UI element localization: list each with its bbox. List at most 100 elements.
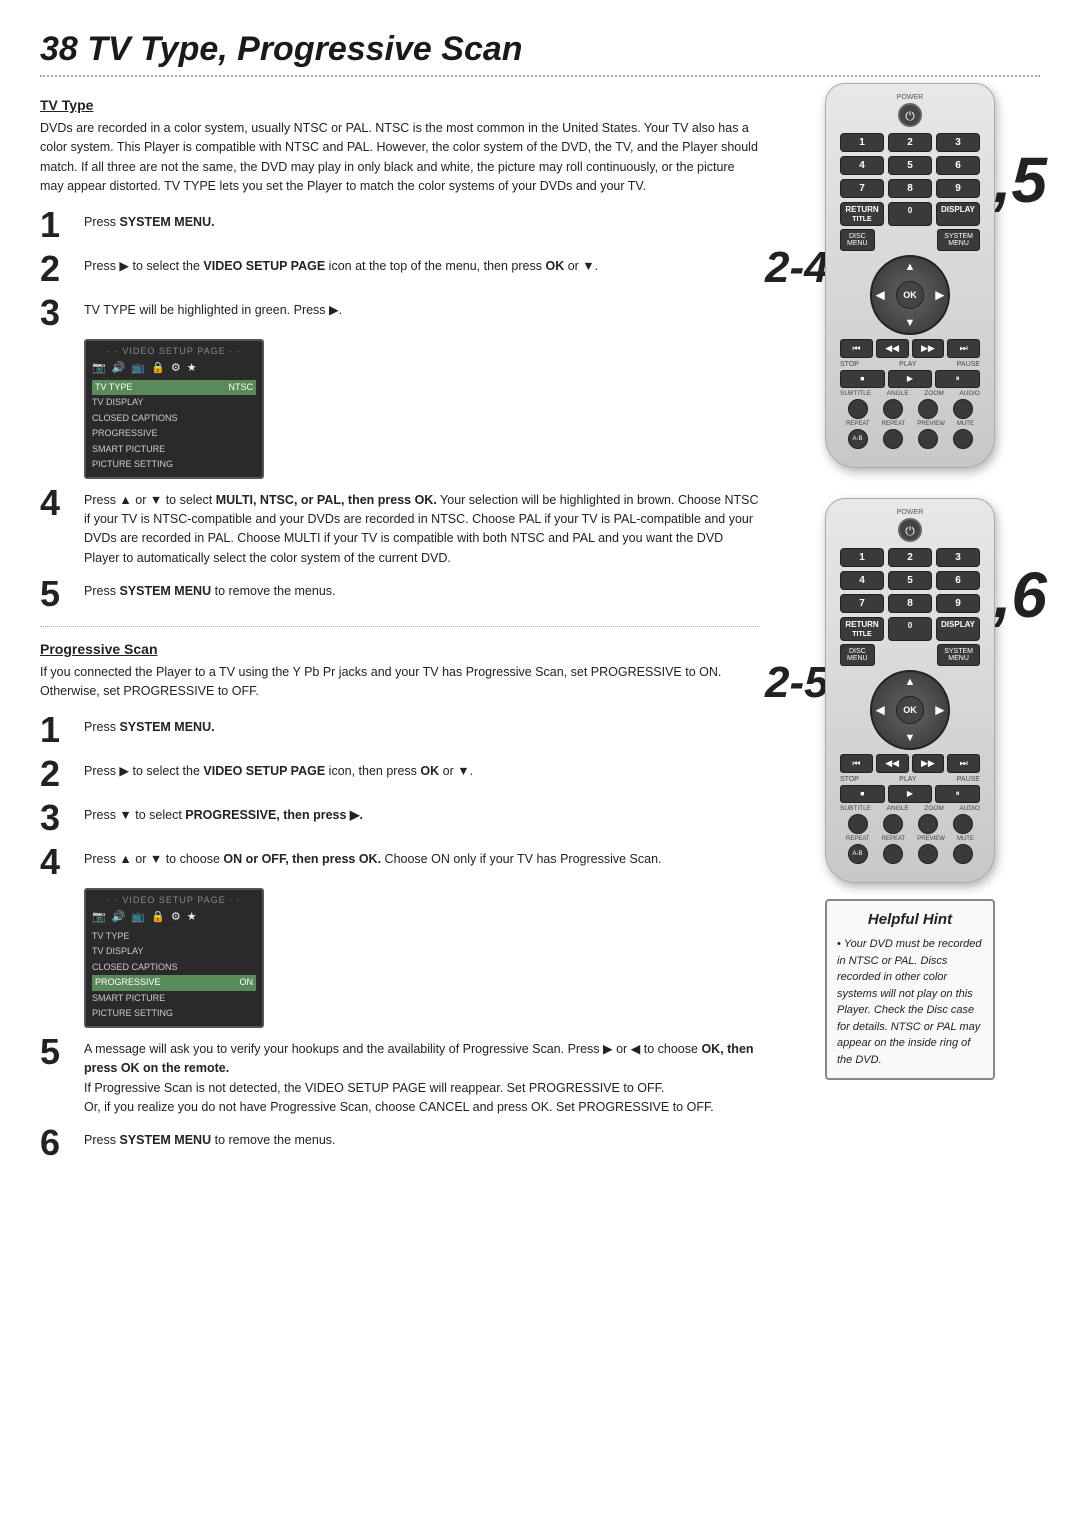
rew-btn-1[interactable]: ◀◀ [876,339,909,358]
stop-btn-2[interactable]: ⏹ [840,785,885,803]
stop-btn-1[interactable]: ⏹ [840,370,885,388]
disc-menu-btn-1[interactable]: DISCMENU [840,229,875,251]
system-menu-btn-2[interactable]: SYSTEMMENU [937,644,980,666]
subtitle-row-label-1: SUBTITLEANGLEZOOMAUDIO [840,390,980,397]
preview-btn-1[interactable] [918,429,938,449]
nav-ok-1[interactable]: OK [896,281,924,309]
repeat1-btn-2[interactable]: A-B [848,844,868,864]
nav-down-2[interactable]: ▼ [905,732,916,744]
btn-9[interactable]: 9 [936,179,980,198]
nav-left-1[interactable]: ◀ [876,289,884,302]
btn-5-2[interactable]: 5 [888,571,932,590]
step-text-1-2: Press ▶ to select the VIDEO SETUP PAGE i… [84,251,598,276]
rew-btn-2[interactable]: ◀◀ [876,754,909,773]
return-btn-1[interactable]: RETURNTITLE [840,202,884,226]
btn-0-2[interactable]: 0 [888,617,932,641]
subtitle-row-label-2: SUBTITLEANGLEZOOMAUDIO [840,805,980,812]
transport-row-2: ⏮ ◀◀ ▶▶ ⏭ [840,754,980,773]
next-btn-2[interactable]: ⏭ [947,754,980,773]
angle-btn-2[interactable] [883,814,903,834]
repeat1-btn-1[interactable]: A-B [848,429,868,449]
repeat2-btn-2[interactable] [883,844,903,864]
disc-menu-btn-2[interactable]: DISCMENU [840,644,875,666]
zoom-btn-1[interactable] [918,399,938,419]
angle-btn-1[interactable] [883,399,903,419]
prev-btn-2[interactable]: ⏮ [840,754,873,773]
nav-right-2[interactable]: ▶ [936,704,944,717]
step-text-1-1: Press SYSTEM MENU. [84,207,215,232]
btn-6[interactable]: 6 [936,156,980,175]
step-text-2-1: Press SYSTEM MENU. [84,712,215,737]
circle-row-2 [840,814,980,834]
prev-btn-1[interactable]: ⏮ [840,339,873,358]
zoom-btn-2[interactable] [918,814,938,834]
audio-btn-2[interactable] [953,814,973,834]
step-1-1: 1 Press SYSTEM MENU. [40,207,760,243]
disc-sys-row-1: DISCMENU SYSTEMMENU [840,229,980,251]
btn-9-2[interactable]: 9 [936,594,980,613]
sp-labels-2: STOPPLAYPAUSE [840,776,980,783]
play-btn-2[interactable]: ▶ [888,785,933,803]
btn-0-1[interactable]: 0 [888,202,932,226]
btn-5[interactable]: 5 [888,156,932,175]
display-btn-1[interactable]: DISPLAY [936,202,980,226]
pause-btn-1[interactable]: ⏸ [935,370,980,388]
btn-3[interactable]: 3 [936,133,980,152]
repeat-labels-2: REPEATREPEATPREVIEWMUTE [840,836,980,842]
step-text-2-5: A message will ask you to verify your ho… [84,1034,760,1118]
next-btn-1[interactable]: ⏭ [947,339,980,358]
nav-up-1[interactable]: ▲ [905,261,916,273]
nav-up-2[interactable]: ▲ [905,676,916,688]
btn-2-2[interactable]: 2 [888,548,932,567]
mute-btn-1[interactable] [953,429,973,449]
btn-6-2[interactable]: 6 [936,571,980,590]
remote-2: POWER ⏻ 1 2 3 4 5 6 7 8 9 [825,498,995,883]
remote-top-1: ⏻ [840,103,980,127]
btn-7-2[interactable]: 7 [840,594,884,613]
step-2-3: 3 Press ▼ to select PROGRESSIVE, then pr… [40,800,760,836]
btn-4-2[interactable]: 4 [840,571,884,590]
return-display-row-2: RETURNTITLE 0 DISPLAY [840,617,980,641]
step-2-1: 1 Press SYSTEM MENU. [40,712,760,748]
btn-1[interactable]: 1 [840,133,884,152]
power-btn-1[interactable]: ⏻ [898,103,922,127]
btn-2[interactable]: 2 [888,133,932,152]
btn-8[interactable]: 8 [888,179,932,198]
section1-body: DVDs are recorded in a color system, usu… [40,119,760,197]
audio-btn-1[interactable] [953,399,973,419]
step-text-1-5: Press SYSTEM MENU to remove the menus. [84,576,336,601]
subtitle-btn-1[interactable] [848,399,868,419]
power-label-2: POWER [840,509,980,516]
subtitle-btn-2[interactable] [848,814,868,834]
step-num-1-3: 3 [40,295,78,331]
section2-title: Progressive Scan [40,641,760,657]
step-num-1-1: 1 [40,207,78,243]
display-btn-2[interactable]: DISPLAY [936,617,980,641]
nav-left-2[interactable]: ◀ [876,704,884,717]
screen-image-1: · · VIDEO SETUP PAGE · · 📷🔊📺🔒⚙★ TV TYPEN… [84,339,264,479]
stop-play-pause-2: ⏹ ▶ ⏸ [840,785,980,803]
nav-ok-2[interactable]: OK [896,696,924,724]
btn-4[interactable]: 4 [840,156,884,175]
nav-right-1[interactable]: ▶ [936,289,944,302]
repeat-row-1: A-B [840,429,980,449]
step-num-2-5: 5 [40,1034,78,1070]
big-label-2-4: 2-4 [765,243,829,293]
step-text-2-2: Press ▶ to select the VIDEO SETUP PAGE i… [84,756,473,781]
btn-7[interactable]: 7 [840,179,884,198]
btn-3-2[interactable]: 3 [936,548,980,567]
power-btn-2[interactable]: ⏻ [898,518,922,542]
pause-btn-2[interactable]: ⏸ [935,785,980,803]
btn-1-2[interactable]: 1 [840,548,884,567]
btn-8-2[interactable]: 8 [888,594,932,613]
system-menu-btn-1[interactable]: SYSTEMMENU [937,229,980,251]
repeat2-btn-1[interactable] [883,429,903,449]
mute-btn-2[interactable] [953,844,973,864]
return-btn-2[interactable]: RETURNTITLE [840,617,884,641]
nav-down-1[interactable]: ▼ [905,317,916,329]
fwd-btn-2[interactable]: ▶▶ [912,754,945,773]
nav-circle-1: ▲ ▼ ◀ ▶ OK [870,255,950,335]
preview-btn-2[interactable] [918,844,938,864]
fwd-btn-1[interactable]: ▶▶ [912,339,945,358]
play-btn-1[interactable]: ▶ [888,370,933,388]
